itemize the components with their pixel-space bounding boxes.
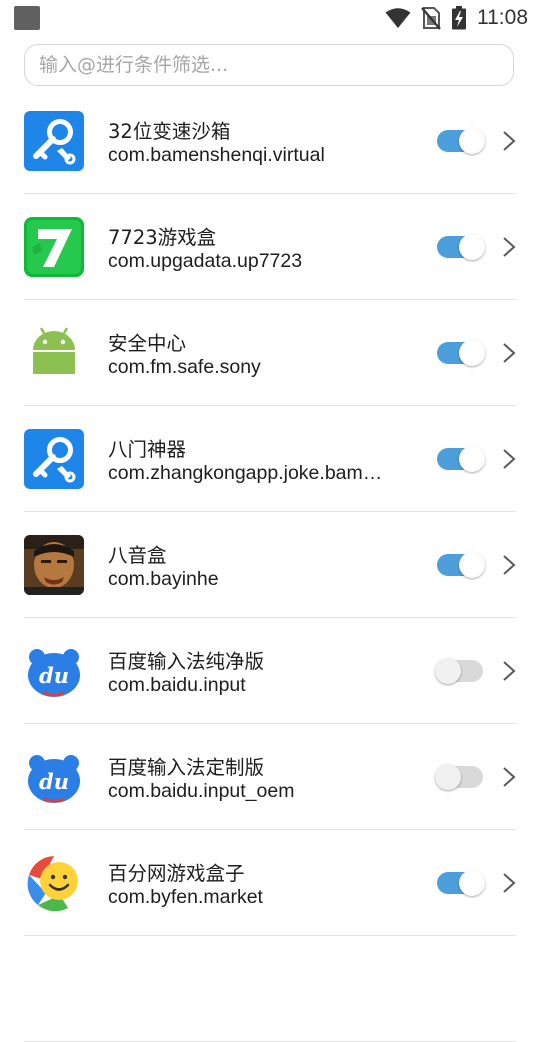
chevron-right-icon[interactable] — [498, 553, 520, 577]
app-row[interactable]: 八音盒 com.bayinhe — [0, 512, 540, 618]
enable-toggle[interactable] — [437, 552, 485, 578]
app-package: com.baidu.input_oem — [108, 780, 295, 802]
app-row[interactable]: du 百度输入法定制版 com.baidu.input_oem — [0, 724, 540, 830]
app-name: 百度输入法定制版 — [108, 756, 265, 779]
face-photo-icon — [24, 535, 84, 595]
enable-toggle[interactable] — [437, 340, 485, 366]
app-name: 7723游戏盒 — [108, 226, 217, 249]
app-row-partial[interactable] — [0, 936, 540, 1042]
enable-toggle[interactable] — [437, 870, 485, 896]
key-wrench-icon — [24, 111, 84, 171]
app-row[interactable]: 百分网游戏盒子 com.byfen.market — [0, 830, 540, 936]
app-name: 八音盒 — [108, 544, 167, 567]
app-name: 安全中心 — [108, 332, 187, 355]
no-sim-icon — [421, 7, 441, 30]
battery-charging-icon — [452, 6, 466, 30]
app-row[interactable]: 7723游戏盒 com.upgadata.up7723 — [0, 194, 540, 300]
app-package: com.bamenshenqi.virtual — [108, 144, 325, 166]
notification-icon — [14, 6, 40, 30]
toggle-knob — [459, 446, 485, 472]
seven-icon — [24, 217, 84, 277]
app-list: 32位变速沙箱 com.bamenshenqi.virtual 7723游戏盒 com… — [0, 88, 540, 1042]
app-row[interactable]: du 百度输入法纯净版 com.baidu.input — [0, 618, 540, 724]
enable-toggle[interactable] — [437, 234, 485, 260]
status-bar: 11:08 — [0, 0, 540, 36]
baidu-du-icon: du — [24, 641, 84, 701]
app-row[interactable]: 32位变速沙箱 com.bamenshenqi.virtual — [0, 88, 540, 194]
app-package: com.upgadata.up7723 — [108, 250, 303, 272]
app-name: 百度输入法纯净版 — [108, 650, 265, 673]
chevron-right-icon[interactable] — [498, 447, 520, 471]
svg-text:du: du — [39, 663, 69, 688]
wifi-icon — [385, 8, 411, 28]
app-package: com.baidu.input — [108, 674, 246, 696]
toggle-knob — [459, 340, 485, 366]
chevron-right-icon[interactable] — [498, 659, 520, 683]
chevron-right-icon[interactable] — [498, 129, 520, 153]
smiley-icon — [24, 853, 84, 913]
app-package: com.byfen.market — [108, 886, 263, 908]
toggle-knob — [459, 128, 485, 154]
status-icons: 11:08 — [385, 5, 528, 31]
status-time: 11:08 — [477, 6, 528, 29]
app-row[interactable]: 安全中心 com.fm.safe.sony — [0, 300, 540, 406]
app-name: 八门神器 — [108, 438, 187, 461]
app-row[interactable]: 八门神器 com.zhangkongapp.joke.bam… — [0, 406, 540, 512]
app-package: com.bayinhe — [108, 568, 219, 590]
toggle-knob — [435, 764, 461, 790]
toggle-knob — [459, 234, 485, 260]
toggle-knob — [459, 552, 485, 578]
search-box[interactable] — [24, 44, 514, 86]
app-name: 32位变速沙箱 — [108, 120, 231, 143]
search-input[interactable] — [25, 45, 513, 85]
android-icon — [24, 323, 84, 383]
enable-toggle[interactable] — [435, 764, 483, 790]
enable-toggle[interactable] — [437, 446, 485, 472]
app-name: 百分网游戏盒子 — [108, 862, 245, 885]
chevron-right-icon[interactable] — [498, 765, 520, 789]
app-package: com.fm.safe.sony — [108, 356, 261, 378]
chevron-right-icon[interactable] — [498, 235, 520, 259]
toggle-knob — [459, 870, 485, 896]
chevron-right-icon[interactable] — [498, 871, 520, 895]
app-package: com.zhangkongapp.joke.bam… — [108, 462, 383, 484]
svg-text:du: du — [39, 769, 69, 794]
baidu-du-icon: du — [24, 747, 84, 807]
key-wrench-icon — [24, 429, 84, 489]
chevron-right-icon[interactable] — [498, 341, 520, 365]
enable-toggle[interactable] — [435, 658, 483, 684]
enable-toggle[interactable] — [437, 128, 485, 154]
toggle-knob — [435, 658, 461, 684]
